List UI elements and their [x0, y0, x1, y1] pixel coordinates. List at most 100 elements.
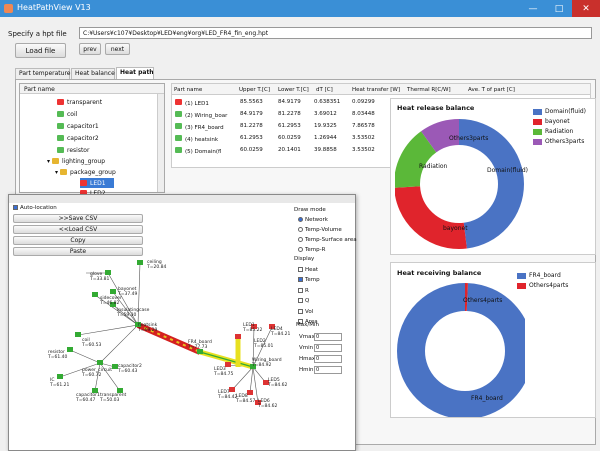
tree-header: Part name: [20, 84, 164, 94]
tree-item-package-group[interactable]: ▾ package_group: [55, 167, 116, 177]
maximize-button[interactable]: □: [546, 0, 572, 17]
next-button[interactable]: next: [105, 43, 130, 55]
expand-icon[interactable]: ▾: [47, 158, 50, 165]
part-icon: [57, 147, 64, 153]
node-label-heatsink: heatsink T=69.29: [138, 323, 158, 333]
node-resistor[interactable]: [67, 347, 73, 352]
check-r[interactable]: R: [294, 286, 320, 297]
load-file-button[interactable]: Load file: [15, 43, 66, 58]
tree-scrollbar[interactable]: [157, 94, 164, 192]
tree-item-label: lighting_group: [62, 157, 106, 165]
board-icon: [175, 123, 182, 129]
display-group: Display Heat Temp R Q Vol Area: [294, 254, 320, 328]
part-icon: [57, 99, 64, 105]
heat-path-window-titlebar[interactable]: [9, 195, 355, 203]
row-upper-t: 85.5563: [240, 99, 263, 105]
node-label-led8: LED8 T=84.57: [236, 394, 256, 404]
tree-item-transparent[interactable]: transparent: [57, 97, 102, 107]
prev-button[interactable]: prev: [79, 43, 101, 55]
draw-mode-group: Draw mode Network Temp-Volume Temp-Surfa…: [294, 205, 357, 255]
tree-item-lighting-group[interactable]: ▾ lighting_group: [47, 156, 105, 166]
tree-item-label: LED1: [90, 179, 106, 187]
node-label-led6: LED6 T=84.62: [258, 399, 278, 409]
node-label-fr4-board: FR4_board T=77.73: [188, 340, 212, 350]
check-vol[interactable]: Vol: [294, 307, 320, 318]
row-lower-t: 84.9179: [278, 99, 301, 105]
slice-label-others: Others4parts: [463, 297, 503, 304]
chart-title: Heat release balance: [397, 104, 475, 112]
hmin-input[interactable]: 0: [314, 366, 342, 374]
node-power-circuit[interactable]: [97, 360, 103, 365]
row-heat-transfer: 7.86578: [352, 123, 375, 129]
hmax-input[interactable]: 0: [314, 355, 342, 363]
node-ceiling[interactable]: [137, 260, 143, 265]
node-label-insulatingcase: insulatingcase T=59.30: [117, 308, 150, 318]
expand-icon[interactable]: ▾: [55, 169, 58, 176]
copy-button[interactable]: Copy: [13, 236, 143, 245]
tree-item-coil[interactable]: coil: [57, 109, 77, 119]
part-icon: [57, 123, 64, 129]
check-temp[interactable]: Temp: [294, 275, 320, 286]
node-bayonet[interactable]: [110, 289, 116, 294]
tree-item-label: package_group: [70, 168, 116, 176]
node-led1[interactable]: [235, 334, 241, 339]
window-title: HeatPathView V13: [17, 3, 91, 12]
node-label-coil: coil T=60.53: [82, 338, 102, 348]
vmin-label: Vmin: [299, 345, 314, 351]
row-heat-transfer: 8.03448: [352, 111, 375, 117]
col-header-ave-t: Ave. T of part [C]: [468, 87, 515, 93]
tree-item-capacitor1[interactable]: capacitor1: [57, 121, 99, 131]
col-header-upper-t: Upper T.[C]: [239, 87, 270, 93]
row-lower-t: 60.0259: [278, 135, 301, 141]
row-part-name: (1) LED1: [175, 99, 209, 107]
col-header-thermal-r: Thermal R[C/W]: [407, 87, 451, 93]
node-label-glove: glove T=33.81: [90, 272, 110, 282]
file-path-input[interactable]: C:¥Users¥c107¥Desktop¥LED¥eng¥org¥LED_FR…: [79, 27, 592, 39]
node-label-ceiling: ceiling T=20.84: [147, 260, 167, 270]
checkbox-icon: [13, 205, 18, 210]
receiving-legend: FR4_board Others4parts: [517, 271, 568, 291]
radio-network[interactable]: Network: [294, 215, 357, 225]
part-icon: [57, 111, 64, 117]
load-csv-button[interactable]: <<Load CSV: [13, 225, 143, 234]
vmin-input[interactable]: 0: [314, 344, 342, 352]
tab-heat-path[interactable]: Heat path: [116, 67, 154, 79]
vmax-input[interactable]: 0: [314, 333, 342, 341]
tab-part-temperature[interactable]: Part temperature: [15, 68, 70, 79]
led-icon: [175, 99, 182, 105]
row-lower-t: 81.2278: [278, 111, 301, 117]
check-heat[interactable]: Heat: [294, 265, 320, 276]
row-dt: 3.69012: [314, 111, 337, 117]
file-path-value: C:¥Users¥c107¥Desktop¥LED¥eng¥org¥LED_FR…: [83, 30, 269, 37]
chart-title: Heat receiving balance: [397, 269, 482, 277]
domain-icon: [175, 147, 182, 153]
receiving-donut: [397, 283, 525, 417]
node-sidecover[interactable]: [92, 292, 98, 297]
legend-item: FR4_board: [517, 271, 568, 281]
tab-heat-balance[interactable]: Heat balance: [71, 68, 115, 79]
legend-item: Radiation: [533, 127, 586, 137]
radio-temp-surface[interactable]: Temp-Surface area: [294, 235, 357, 245]
part-icon: [57, 135, 64, 141]
row-part-name: (4) heatsink: [175, 135, 218, 143]
check-q[interactable]: Q: [294, 296, 320, 307]
save-csv-button[interactable]: >>Save CSV: [13, 214, 143, 223]
node-coil[interactable]: [75, 332, 81, 337]
hmax-label: Hmax: [299, 356, 316, 362]
legend-item: Others4parts: [517, 281, 568, 291]
legend-item: Domain(fluid): [533, 107, 586, 117]
row-dt: 1.26944: [314, 135, 337, 141]
node-label-sidecover: sidecover T=46.82: [100, 296, 122, 306]
tree-item-capacitor2[interactable]: capacitor2: [57, 133, 99, 143]
tree-item-resistor[interactable]: resistor: [57, 145, 89, 155]
release-legend: Domain(fluid) bayonet Radiation Others3p…: [533, 107, 586, 147]
close-button[interactable]: ✕: [572, 0, 600, 17]
tree-item-led1[interactable]: LED1: [80, 178, 114, 188]
minimize-button[interactable]: —: [520, 0, 546, 17]
row-upper-t: 61.2953: [240, 135, 263, 141]
draw-mode-title: Draw mode: [294, 207, 326, 213]
row-dt: 39.8858: [314, 147, 337, 153]
legend-item: Others3parts: [533, 137, 586, 147]
radio-temp-volume[interactable]: Temp-Volume: [294, 225, 357, 235]
auto-location-checkbox[interactable]: Auto-location: [13, 205, 57, 211]
